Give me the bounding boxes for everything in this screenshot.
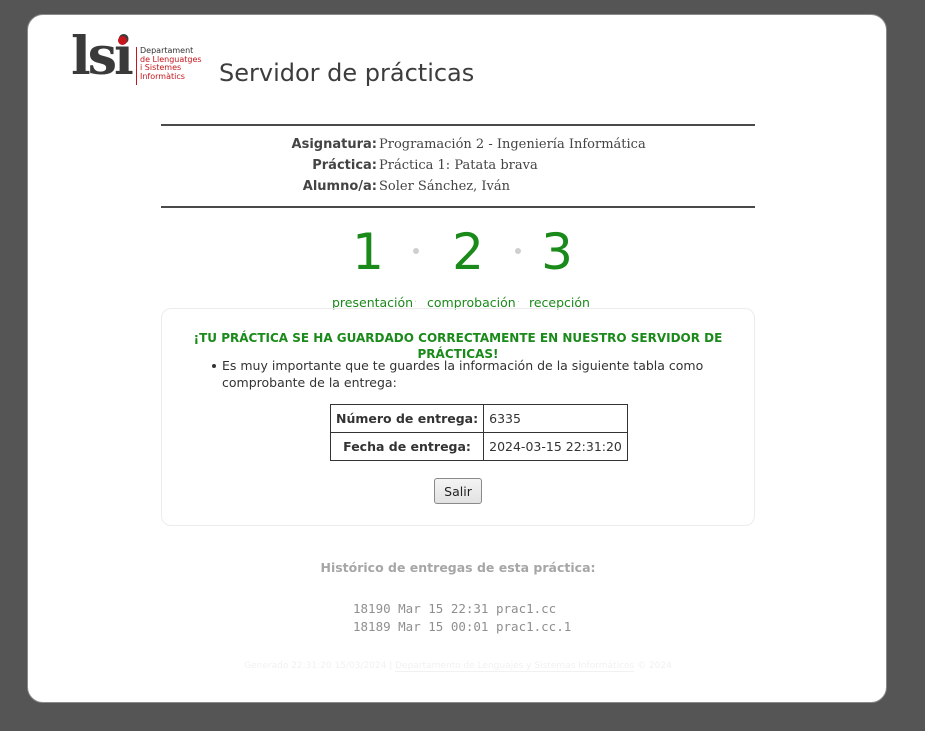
footer-copyright: © 2024 bbox=[637, 661, 672, 671]
subject-value: Programación 2 - Ingeniería Informática bbox=[379, 137, 646, 152]
practice-value: Práctica 1: Patata brava bbox=[379, 158, 538, 173]
student-label: Alumno/a: bbox=[302, 179, 377, 194]
receipt-table: Número de entrega: 6335 Fecha de entrega… bbox=[329, 404, 628, 461]
delivery-date-value: 2024-03-15 22:31:20 bbox=[483, 432, 628, 461]
logo-department-text: Departament de Llenguatges i Sistemes In… bbox=[140, 46, 202, 81]
logo-line-4: Informàtics bbox=[140, 71, 185, 81]
history-title: Histórico de entregas de esta práctica: bbox=[320, 560, 596, 575]
exit-button[interactable]: Salir bbox=[434, 478, 482, 504]
info-row-student: Alumno/a: Soler Sánchez, Iván bbox=[161, 177, 755, 197]
subject-label: Asignatura: bbox=[291, 137, 377, 152]
delivery-number-value: 6335 bbox=[483, 404, 628, 433]
footer-department-link[interactable]: Departamento de Lenguajes y Sistemas Inf… bbox=[395, 661, 635, 672]
student-value: Soler Sánchez, Iván bbox=[379, 179, 511, 194]
table-row: Fecha de entrega: 2024-03-15 22:31:20 bbox=[329, 432, 628, 461]
step-1-number: 1 bbox=[352, 223, 384, 281]
footer-generated: Generado 22:31:20 15/03/2024 | bbox=[244, 661, 393, 671]
submission-info: Asignatura: Programación 2 - Ingeniería … bbox=[161, 124, 755, 208]
footer: Generado 22:31:20 15/03/2024 | Departame… bbox=[28, 660, 888, 672]
logo-divider bbox=[136, 47, 137, 85]
bullet-icon bbox=[212, 364, 216, 368]
table-row: Número de entrega: 6335 bbox=[329, 404, 628, 433]
info-row-practice: Práctica: Práctica 1: Patata brava bbox=[161, 156, 755, 176]
step-dot bbox=[515, 248, 521, 254]
history-entry: 18189 Mar 15 00:01 prac1.cc.1 bbox=[353, 619, 572, 634]
page-card: lsi Departament de Llenguatges i Sisteme… bbox=[27, 14, 887, 703]
page-title: Servidor de prácticas bbox=[219, 59, 475, 87]
logo-dot bbox=[118, 36, 127, 45]
delivery-date-label: Fecha de entrega: bbox=[329, 432, 485, 461]
receipt-note: Es muy importante que te guardes la info… bbox=[222, 358, 704, 390]
result-panel: ¡TU PRÁCTICA SE HA GUARDADO CORRECTAMENT… bbox=[161, 308, 755, 526]
step-dot bbox=[413, 248, 419, 254]
history-list: 18190 Mar 15 22:31 prac1.cc 18189 Mar 15… bbox=[353, 600, 571, 636]
info-row-subject: Asignatura: Programación 2 - Ingeniería … bbox=[161, 135, 755, 155]
dlsi-logo: lsi Departament de Llenguatges i Sisteme… bbox=[71, 27, 206, 89]
step-2-number: 2 bbox=[452, 223, 484, 281]
practice-label: Práctica: bbox=[312, 158, 377, 173]
progress-steps: 1 2 3 presentación · comprobación · rece… bbox=[318, 222, 598, 312]
delivery-number-label: Número de entrega: bbox=[329, 404, 485, 433]
step-3-number: 3 bbox=[541, 223, 573, 281]
history-entry: 18190 Mar 15 22:31 prac1.cc bbox=[353, 601, 557, 616]
